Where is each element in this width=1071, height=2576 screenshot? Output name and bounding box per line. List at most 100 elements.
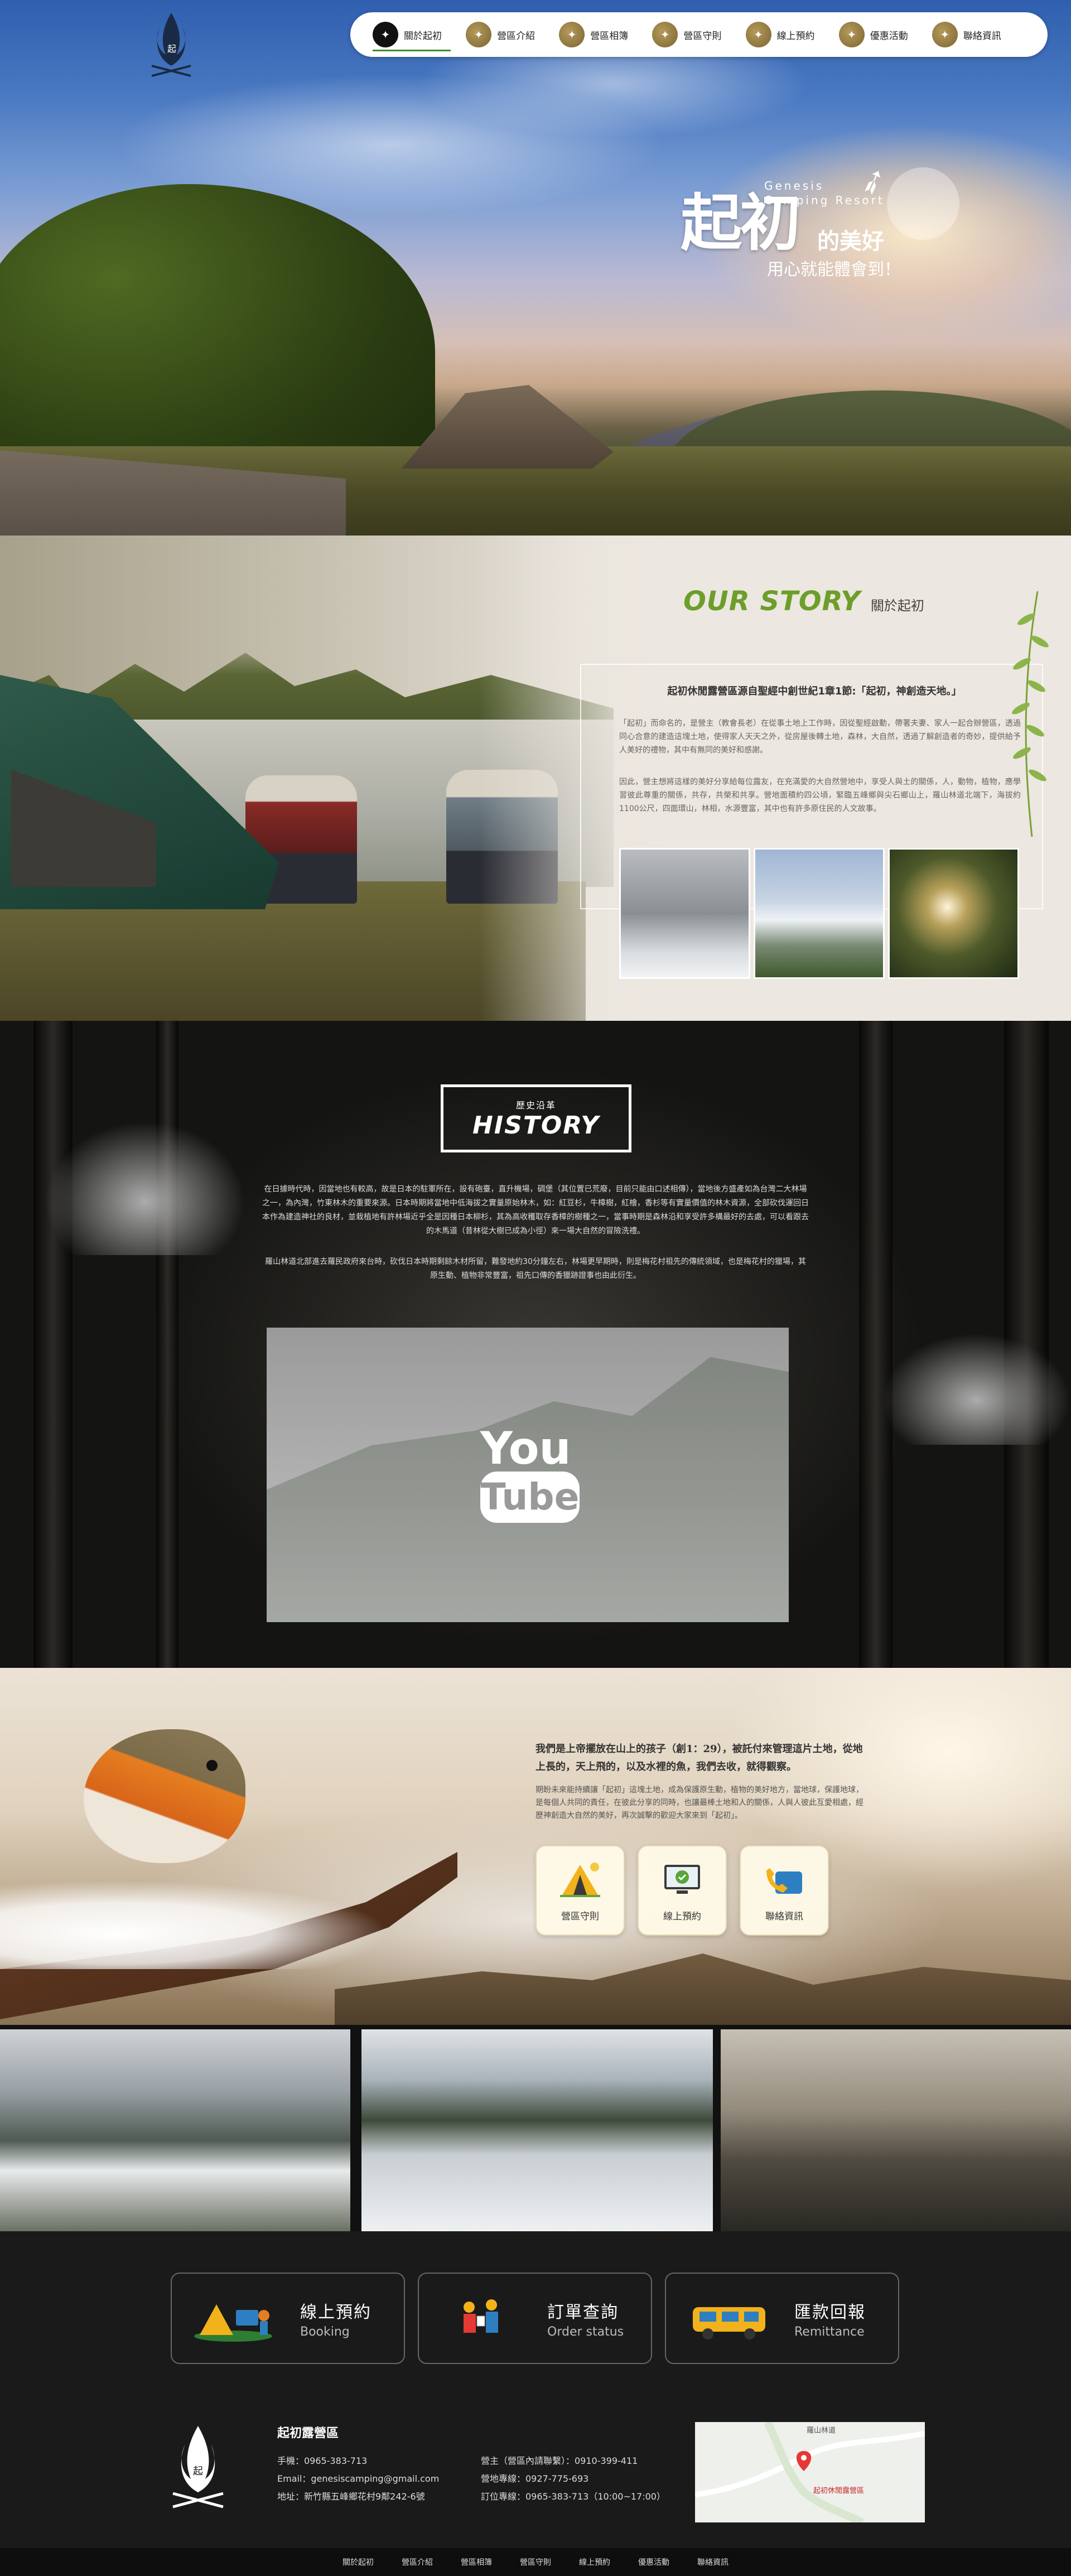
story-heading: OUR STORY 關於起初: [683, 586, 962, 619]
rules-label: 營區守則: [561, 1911, 599, 1922]
nav-item-rules[interactable]: ✦ 營區守則: [652, 12, 745, 57]
footer-camp-name: 起初露營區: [277, 2427, 339, 2440]
robin-text: 我們是上帝擺放在山上的孩子（創1：29），被託付來管理這片土地，從地上長的，天上…: [536, 1740, 870, 1822]
tree-trunk: [156, 1021, 178, 1668]
our-story-title: OUR STORY: [683, 586, 861, 617]
history-badge: 歷史沿革 HISTORY: [441, 1084, 631, 1152]
robin-bird: [84, 1729, 245, 1863]
booking-button[interactable]: 線上預約: [638, 1845, 727, 1936]
cloud: [881, 1333, 1071, 1445]
location-map[interactable]: 羅山林道 起初休閒露營區: [695, 2422, 925, 2522]
footer-booking-line: 訂位專線：0965-383-713（10:00~17:00）: [481, 2491, 665, 2502]
history-paragraph: 在日據時代時，因當地也有較高，故是日本的駐軍所在，設有砲臺，直升機場，碉堡（其位…: [262, 1185, 809, 1236]
bottom-link-booking[interactable]: 線上預約: [579, 2556, 610, 2568]
hero-section: 起 ✦ 關於起初 ✦ 營區介紹 ✦ 營區相簿 ✦ 營區守則 ✦ 線上預約 ✦ 優惠活動 ✦ 聯…: [0, 0, 1071, 536]
snow: [0, 1880, 390, 1969]
footer-phone: 手機：0965-383-713: [277, 2456, 368, 2466]
bottom-link-rules[interactable]: 營區守則: [520, 2556, 551, 2568]
nav-label: 營區守則: [683, 30, 722, 42]
forest-sunlight-photo[interactable]: [888, 848, 1019, 979]
robin-paragraph: 期盼未來能持續讓「起初」這塊土地，成為保護原生動，植物的美好地方，當地球，保護地…: [536, 1786, 863, 1820]
cloud: [45, 1121, 245, 1255]
site-logo[interactable]: 起: [146, 10, 196, 83]
site-footer: 起 起初露營區 手機：0965-383-713 Email：genesiscam…: [0, 2393, 1071, 2548]
gallery-photo-snow-field[interactable]: [361, 2029, 713, 2231]
cta-booking-zh: 線上預約: [300, 2302, 372, 2322]
cta-section: 線上預約 Booking 訂單查詢 Order status 匯款回報 Remi…: [0, 2231, 1071, 2393]
gallery-photo-clouds[interactable]: [0, 2029, 350, 2231]
deer-icon: ✦: [745, 22, 771, 47]
gallery-photo-lone-tree[interactable]: [721, 2029, 1071, 2231]
nav-item-album[interactable]: ✦ 營區相簿: [559, 12, 652, 57]
nav-item-about[interactable]: ✦ 關於起初: [373, 12, 466, 57]
bottom-link-promotions[interactable]: 優惠活動: [638, 2556, 669, 2568]
nav-label: 營區介紹: [497, 30, 536, 42]
deer-icon: ✦: [373, 22, 398, 47]
rules-button[interactable]: 營區守則: [536, 1845, 625, 1936]
cta-order-card[interactable]: 訂單查詢 Order status: [418, 2273, 652, 2364]
nav-item-promotions[interactable]: ✦ 優惠活動: [838, 12, 932, 57]
footer-email[interactable]: Email：genesiscamping@gmail.com: [277, 2470, 439, 2488]
robin-lead: 我們是上帝擺放在山上的孩子（創1：29），被託付來管理這片土地，從地上長的，天上…: [536, 1743, 863, 1773]
footer-address: 地址：新竹縣五峰鄉花村9鄰242-6號: [277, 2491, 425, 2502]
contact-button[interactable]: 聯絡資訊: [740, 1845, 829, 1936]
nav-item-intro[interactable]: ✦ 營區介紹: [466, 12, 559, 57]
bottom-link-intro[interactable]: 營區介紹: [402, 2556, 433, 2568]
nav-label: 優惠活動: [870, 30, 908, 42]
cta-order-zh: 訂單查詢: [547, 2302, 619, 2322]
footer-phone-col: 營主（營區內請聯繫）：0910-399-411 營地專線：0927-775-69…: [481, 2452, 665, 2506]
cta-booking-card[interactable]: 線上預約 Booking: [171, 2273, 405, 2364]
footer-camp-line: 營地專線：0927-775-693: [481, 2473, 589, 2484]
tree-trunk: [33, 1021, 73, 1668]
hero-subtitle: 用心就能體會到！: [767, 260, 901, 279]
deer-icon: ✦: [559, 22, 585, 47]
story-paragraph: 「起初」而命名的，是營主（教會長老）在從事土地上工作時，因從聖經啟動，帶著夫妻、…: [619, 719, 1021, 755]
svg-text:起: 起: [193, 2466, 203, 2477]
deer-icon: ✦: [932, 22, 958, 47]
nav-item-booking[interactable]: ✦ 線上預約: [745, 12, 839, 57]
bottom-link-album[interactable]: 營區相簿: [461, 2556, 492, 2568]
robin-section: 我們是上帝擺放在山上的孩子（創1：29），被託付來管理這片土地，從地上長的，天上…: [0, 1668, 1071, 2025]
snow-forest-photo[interactable]: [619, 848, 750, 979]
story-paragraph: 因此，營主想將這樣的美好分享給每位露友，在充滿愛的大自然營地中，享受人與土的關係…: [619, 778, 1021, 813]
tent-rules-icon: [557, 1859, 604, 1900]
main-nav: ✦ 關於起初 ✦ 營區介紹 ✦ 營區相簿 ✦ 營區守則 ✦ 線上預約 ✦ 優惠活動 ✦ 聯絡資…: [350, 12, 1048, 57]
nav-label: 營區相簿: [590, 30, 629, 42]
story-lead: 起初休閒露營區源自聖經中創世紀1章1節:「起初，神創造天地。」: [667, 686, 962, 697]
phone-contact-icon: [761, 1859, 808, 1900]
cta-remittance-en: Remittance: [794, 2324, 865, 2339]
bottom-link-contact[interactable]: 聯絡資訊: [697, 2556, 729, 2568]
robin-eye: [206, 1760, 218, 1771]
cta-remittance-card[interactable]: 匯款回報 Remittance: [665, 2273, 899, 2364]
our-story-section: OUR STORY 關於起初 起初休閒露營區源自聖經中創世紀1章1節:「起初，神…: [0, 536, 1071, 1021]
deer-icon: ✦: [652, 22, 678, 47]
booking-label: 線上預約: [663, 1911, 701, 1922]
contact-label: 聯絡資訊: [765, 1911, 803, 1922]
about-label: 關於起初: [870, 598, 924, 614]
camper-van-icon: [683, 2290, 778, 2346]
photo-gallery: [0, 2025, 1071, 2231]
history-section: 歷史沿革 HISTORY 在日據時代時，因當地也有較高，故是日本的駐軍所在，設有…: [0, 1021, 1071, 1668]
hero-title-suffix: 的美好: [817, 229, 884, 254]
deer-icon: ✦: [466, 22, 492, 47]
nav-label: 關於起初: [404, 30, 442, 42]
bottom-link-about[interactable]: 關於起初: [342, 2556, 374, 2568]
history-label-zh: 歷史沿革: [515, 1099, 556, 1111]
sea-of-clouds-photo[interactable]: [754, 848, 885, 979]
nav-label: 線上預約: [776, 30, 815, 42]
youtube-logo-tube: Tube: [480, 1472, 580, 1523]
footer-contact-col: 手機：0965-383-713 Email：genesiscamping@gma…: [277, 2452, 439, 2506]
youtube-video[interactable]: You Tube: [267, 1328, 789, 1622]
history-paragraph: 羅山林道北部進去羅民政府來台時，砍伐日本時期剩餘木材所留，難發地約30分鐘左右，…: [265, 1257, 806, 1280]
bottom-nav: 關於起初 營區介紹 營區相簿 營區守則 線上預約 優惠活動 聯絡資訊: [0, 2548, 1071, 2576]
nav-item-contact[interactable]: ✦ 聯絡資訊: [932, 12, 1025, 57]
deer-icon: ✦: [838, 22, 865, 47]
footer-owner-phone: 營主（營區內請聯繫）：0910-399-411: [481, 2456, 638, 2466]
hero-title-block: ➶ 起初 Genesis Camping Resort 的美好 用心就能體會到！: [681, 151, 971, 296]
cta-booking-en: Booking: [300, 2324, 350, 2339]
cta-order-en: Order status: [547, 2324, 624, 2339]
camping-booking-icon: [189, 2290, 283, 2346]
hero-title-en: Genesis Camping Resort: [764, 179, 885, 207]
footer-logo[interactable]: 起: [167, 2423, 229, 2512]
map-road-label: 羅山林道: [807, 2427, 836, 2435]
